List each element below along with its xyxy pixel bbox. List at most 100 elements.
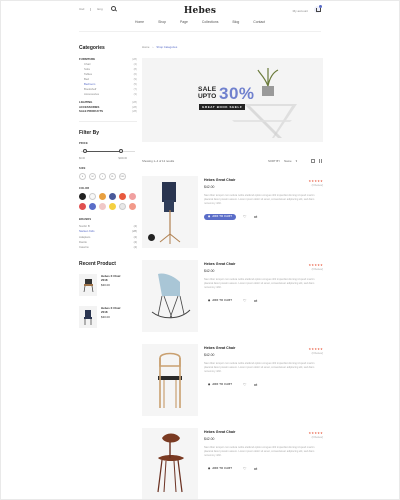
slider-range <box>85 150 121 152</box>
review-count[interactable]: (0 Review) <box>312 184 323 187</box>
add-to-cart-button[interactable]: ◉ ADD TO CART <box>204 382 236 388</box>
compare-icon[interactable]: ⇄ <box>253 214 258 219</box>
add-to-cart-button[interactable]: ◉ ADD TO CART <box>204 466 236 472</box>
product-name[interactable]: Hebes Great Chair <box>204 430 323 434</box>
quick-view-button[interactable] <box>148 234 155 241</box>
breadcrumb-separator: › <box>152 45 154 49</box>
recent-product-image[interactable] <box>79 305 97 328</box>
size-option-l[interactable]: L <box>99 173 106 181</box>
wishlist-icon[interactable]: ♡ <box>242 214 247 219</box>
account-link[interactable]: My account <box>293 9 308 13</box>
color-swatch[interactable] <box>99 203 106 211</box>
categories-title: Categories <box>79 45 105 51</box>
color-swatch[interactable] <box>79 193 86 201</box>
nav-item-contact[interactable]: Contact <box>253 20 265 24</box>
size-option-xxl[interactable]: XXL <box>119 173 126 181</box>
review-count[interactable]: (0 Review) <box>312 352 323 355</box>
nav-item-collections[interactable]: Collections <box>202 20 219 24</box>
recent-product[interactable]: Hebes X Chair 2018 $30.00 <box>79 305 137 328</box>
color-swatch[interactable] <box>109 193 116 201</box>
product-name[interactable]: Hebes Great Chair <box>204 346 323 350</box>
review-count[interactable]: (0 Review) <box>312 436 323 439</box>
recent-product-image[interactable] <box>79 273 97 296</box>
top-bar: Usd Eng Hebes My account <box>79 5 322 17</box>
product-name[interactable]: Hebes Great Chair <box>204 262 323 266</box>
color-swatch[interactable] <box>109 203 116 211</box>
sort-label: SORT BY <box>267 159 281 163</box>
add-to-cart-label: ADD TO CART <box>212 215 233 219</box>
size-option-s[interactable]: S <box>79 173 86 181</box>
wishlist-icon[interactable]: ♡ <box>242 298 247 303</box>
language-selector[interactable]: Eng <box>97 7 102 11</box>
color-swatch[interactable] <box>119 203 126 211</box>
chevron-down-icon[interactable]: ▾ <box>296 159 297 163</box>
recent-product[interactable]: Hebes X Chair 2018 $30.00 <box>79 273 137 296</box>
product-actions: ◉ ADD TO CART ♡ ⇄ <box>204 213 323 220</box>
color-swatch[interactable] <box>79 203 86 211</box>
brand-filter-label: BRANDS <box>79 218 92 222</box>
search-icon[interactable] <box>111 6 116 11</box>
compare-icon[interactable]: ⇄ <box>253 298 258 303</box>
recent-product-name[interactable]: Hebes X Chair 2018 <box>101 306 123 314</box>
banner-discount: 30% <box>219 84 255 103</box>
product-item: Hebes Great Chair $42.00 ★★★★★ (0 Review… <box>142 428 323 499</box>
list-view-icon[interactable] <box>319 159 323 163</box>
color-swatch[interactable] <box>99 193 106 201</box>
sort-select[interactable]: Name <box>284 159 291 163</box>
add-to-cart-button[interactable]: ◉ ADD TO CART <box>204 213 237 220</box>
top-left-menu: Usd Eng <box>79 7 103 11</box>
cart-icon: ◉ <box>208 215 211 219</box>
chair-image-icon <box>83 278 94 292</box>
wishlist-icon[interactable]: ♡ <box>242 466 247 471</box>
color-swatch[interactable] <box>119 193 126 201</box>
compare-icon[interactable]: ⇄ <box>253 466 258 471</box>
color-swatch[interactable] <box>129 203 136 211</box>
price-slider[interactable] <box>79 148 137 154</box>
slider-handle-min[interactable] <box>83 149 87 154</box>
wishlist-icon[interactable]: ♡ <box>242 382 247 387</box>
logo[interactable]: Hebes <box>184 6 216 16</box>
size-option-xl[interactable]: XL <box>109 173 116 181</box>
main-nav: Home Shop Page Collections Blog Contact <box>1 20 399 24</box>
compare-icon[interactable]: ⇄ <box>253 382 258 387</box>
promo-banner[interactable]: SALE UPTO 30% GREAT BOOK SHELF <box>142 58 323 142</box>
breadcrumb-home[interactable]: Home <box>142 45 149 49</box>
filter-title: Filter By <box>79 130 100 137</box>
slider-handle-max[interactable] <box>119 149 123 154</box>
color-filter-label: COLOR <box>79 187 90 191</box>
recent-product-name[interactable]: Hebes X Chair 2018 <box>101 274 123 282</box>
product-image[interactable] <box>142 260 198 332</box>
color-swatch[interactable] <box>129 193 136 201</box>
grid-view-icon[interactable] <box>311 159 315 163</box>
cart-icon[interactable] <box>314 5 322 13</box>
nav-item-page[interactable]: Page <box>180 20 188 24</box>
top-right-menu: My account <box>293 5 322 14</box>
review-count[interactable]: (0 Review) <box>312 268 323 271</box>
size-filter-label: SIZE <box>79 167 86 171</box>
subcategory-count: (3) <box>133 92 137 97</box>
category-count: (28) <box>132 109 137 114</box>
rating-stars: ★★★★★ <box>308 347 323 351</box>
product-name[interactable]: Hebes Great Chair <box>204 178 323 182</box>
nav-item-shop[interactable]: Shop <box>158 20 166 24</box>
color-swatch[interactable] <box>89 203 96 211</box>
main-content: Home › Shop Categories SALE UPTO 30% GRE… <box>142 45 323 499</box>
category-sale-products[interactable]: SALE PRODUCTS (28) <box>79 109 137 114</box>
currency-selector[interactable]: Usd <box>79 7 84 11</box>
color-swatch[interactable] <box>89 193 96 201</box>
nav-item-blog[interactable]: Blog <box>233 20 240 24</box>
nav-item-home[interactable]: Home <box>135 20 144 24</box>
product-info: Hebes Great Chair $42.00 ★★★★★ (0 Review… <box>204 346 323 388</box>
results-count: Showing 1–4 of 12 results <box>142 159 175 163</box>
add-to-cart-button[interactable]: ◉ ADD TO CART <box>204 298 236 304</box>
add-to-cart-label: ADD TO CART <box>212 467 233 471</box>
price-max: $200.00 <box>118 157 127 161</box>
brand-item[interactable]: Caiwinx (4) <box>79 245 137 250</box>
banner-upto-text: UPTO <box>198 93 217 100</box>
size-option-m[interactable]: M <box>89 173 96 181</box>
product-image[interactable] <box>142 176 198 248</box>
product-info: Hebes Great Chair $42.00 ★★★★★ (0 Review… <box>204 178 323 220</box>
product-item: Hebes Great Chair $42.00 ★★★★★ (0 Review… <box>142 176 323 260</box>
product-image[interactable] <box>142 428 198 499</box>
product-image[interactable] <box>142 344 198 416</box>
